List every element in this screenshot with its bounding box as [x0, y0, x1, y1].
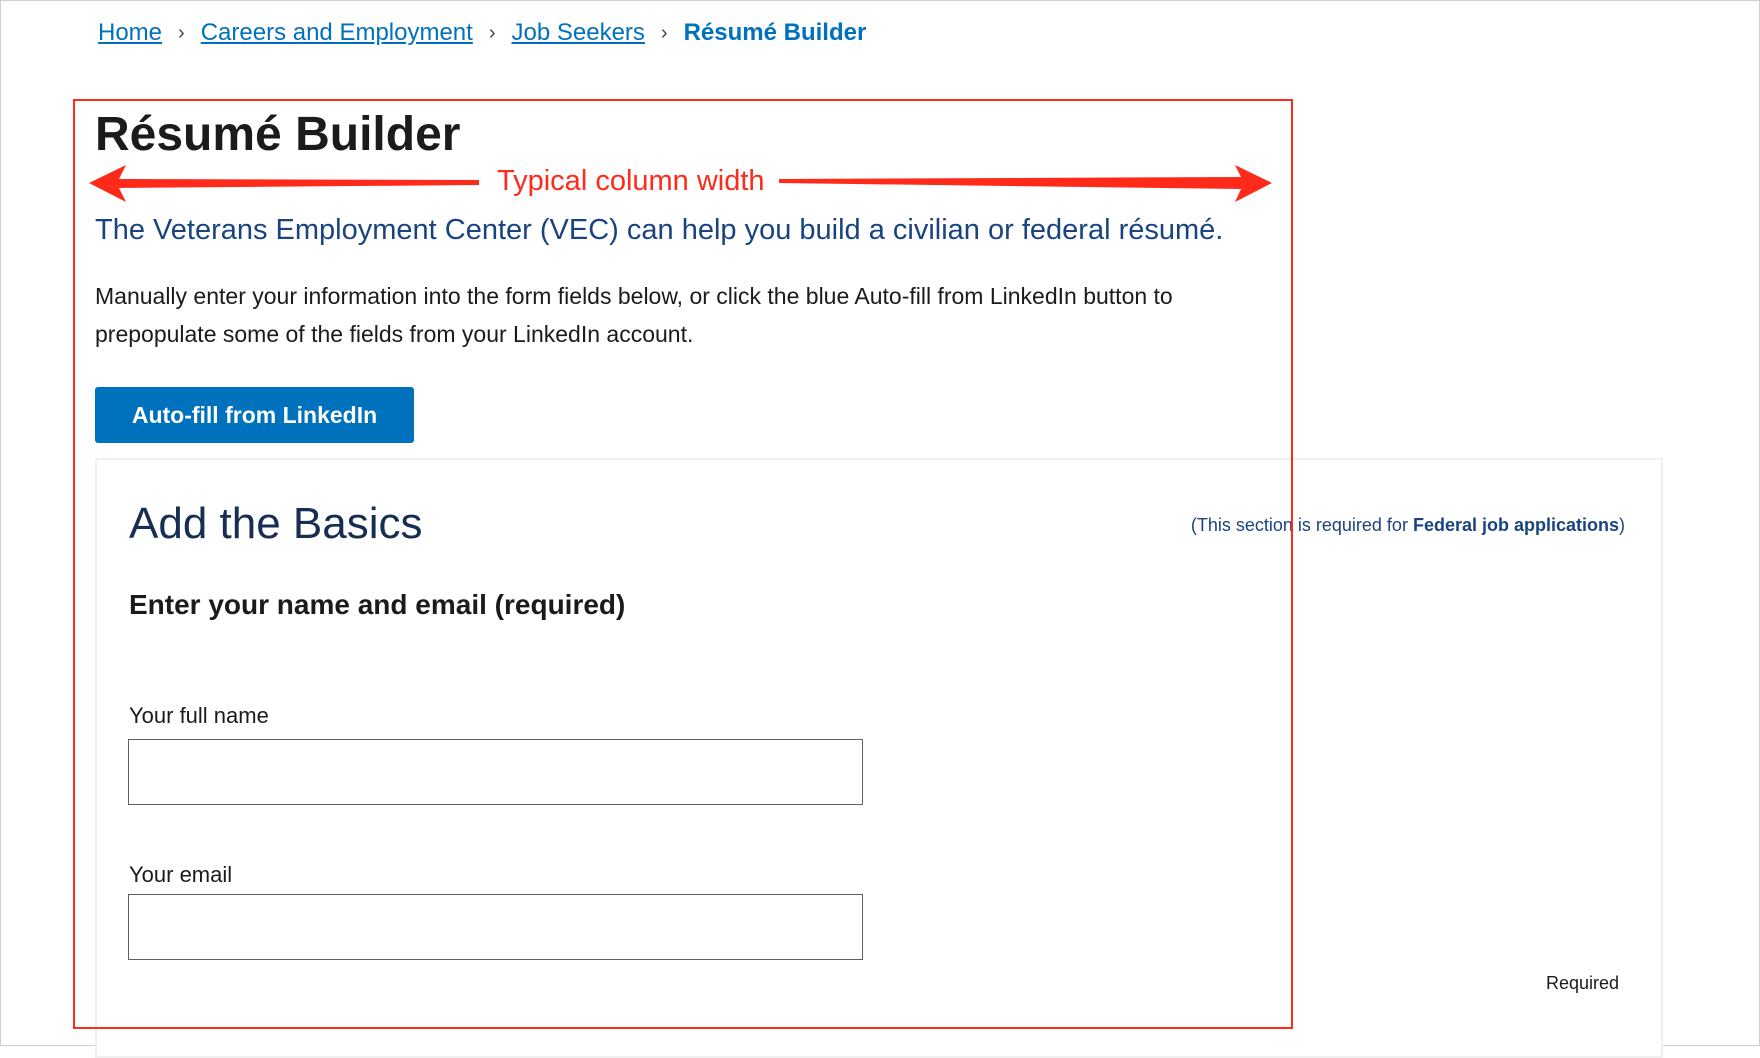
intro-text: Manually enter your information into the…	[95, 283, 1173, 347]
required-label: Required	[1545, 973, 1619, 993]
name-email-subtitle: Enter your name and email (required)	[129, 589, 626, 620]
right-arrow-icon	[779, 165, 1272, 202]
breadcrumb-home-link[interactable]: Home	[98, 19, 162, 47]
note-suffix: )	[1619, 515, 1625, 535]
left-arrow-icon	[89, 165, 479, 202]
breadcrumb-job-seekers-link[interactable]: Job Seekers	[512, 19, 645, 47]
email-label: Your email	[129, 862, 233, 887]
basics-title: Add the Basics	[129, 499, 423, 548]
column-width-annotation: Typical column width	[497, 165, 765, 197]
breadcrumb-current: Résumé Builder	[683, 19, 867, 46]
breadcrumb: Home › Careers and Employment › Job Seek…	[98, 19, 866, 47]
breadcrumb-separator: ›	[488, 21, 496, 44]
breadcrumb-careers-link[interactable]: Careers and Employment	[201, 19, 473, 47]
full-name-input[interactable]	[128, 739, 863, 805]
note-bold: Federal job applications	[1412, 515, 1619, 535]
page-title: Résumé Builder	[95, 108, 461, 161]
federal-required-note: (This section is required for Federal jo…	[1191, 515, 1625, 536]
breadcrumb-separator: ›	[660, 21, 668, 44]
email-input[interactable]	[128, 894, 863, 960]
note-prefix: (This section is required for	[1190, 515, 1413, 535]
breadcrumb-separator: ›	[178, 21, 185, 44]
lead-text: The Veterans Employment Center (VEC) can…	[95, 214, 1224, 246]
column-width-arrows	[89, 165, 1272, 202]
autofill-linkedin-button[interactable]: Auto-fill from LinkedIn	[95, 387, 414, 443]
full-name-label: Your full name	[129, 703, 269, 728]
